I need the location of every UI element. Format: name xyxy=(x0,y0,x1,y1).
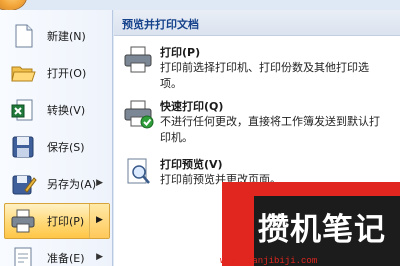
quick-print-icon xyxy=(122,98,154,130)
menu-item-print[interactable]: 打印(P) ▶ xyxy=(4,203,110,239)
menu-item-new-label: 新建(N) xyxy=(47,30,86,43)
menu-item-open[interactable]: 打开(O) xyxy=(4,55,110,91)
print-preview-icon xyxy=(122,156,154,188)
menu-item-save-label: 保存(S) xyxy=(47,141,85,154)
menu-item-prepare[interactable]: 准备(E) ▶ xyxy=(4,240,110,266)
printer-icon xyxy=(9,207,37,235)
submenu-arrow-icon: ▶ xyxy=(96,252,103,262)
print-preview-option-title: 打印预览(V) xyxy=(160,158,223,171)
menu-item-save[interactable]: 保存(S) xyxy=(4,129,110,165)
prepare-icon xyxy=(9,244,37,266)
open-folder-icon xyxy=(9,59,37,87)
new-document-icon xyxy=(9,22,37,50)
watermark-text: 攒机笔记 xyxy=(258,212,386,248)
quick-print-option-title: 快速打印(Q) xyxy=(160,100,224,113)
menu-item-print-label: 打印(P) xyxy=(47,215,85,228)
print-option-description: 打印前选择打印机、打印份数及其他打印选项。 xyxy=(160,61,369,90)
watermark-url: www.cuanjibiji.com xyxy=(220,256,318,266)
printer-icon xyxy=(122,44,154,76)
office-menu-commands: 新建(N) 打开(O) 转换(V) 保存(S) 另存为(A) ▶ 打印(P) ▶… xyxy=(0,10,113,266)
save-icon xyxy=(9,133,37,161)
convert-icon xyxy=(9,96,37,124)
menu-item-open-label: 打开(O) xyxy=(47,67,87,80)
chevron-right-icon: ▶ xyxy=(96,215,103,225)
print-submenu-button[interactable]: ▶ xyxy=(89,204,109,238)
menu-item-convert-label: 转换(V) xyxy=(47,104,86,117)
print-option-title: 打印(P) xyxy=(160,46,201,59)
menu-item-save-as[interactable]: 另存为(A) ▶ xyxy=(4,166,110,202)
menu-item-convert[interactable]: 转换(V) xyxy=(4,92,110,128)
submenu-arrow-icon: ▶ xyxy=(96,178,103,188)
watermark-banner: 攒机笔记 xyxy=(222,182,400,266)
print-option[interactable]: 打印(P) 打印前选择打印机、打印份数及其他打印选项。 xyxy=(118,44,398,90)
quick-print-option[interactable]: 快速打印(Q) 不进行任何更改，直接将工作簿发送到默认打印机。 xyxy=(118,98,398,148)
office-button-icon[interactable] xyxy=(0,0,26,10)
quick-print-option-description: 不进行任何更改，直接将工作簿发送到默认打印机。 xyxy=(160,115,380,144)
menu-item-prepare-label: 准备(E) xyxy=(47,252,85,265)
watermark-stripe xyxy=(222,182,254,266)
panel-title: 预览并打印文档 xyxy=(114,10,400,36)
save-as-icon xyxy=(9,170,37,198)
menu-item-new[interactable]: 新建(N) xyxy=(4,18,110,54)
menu-item-save-as-label: 另存为(A) xyxy=(47,178,97,191)
